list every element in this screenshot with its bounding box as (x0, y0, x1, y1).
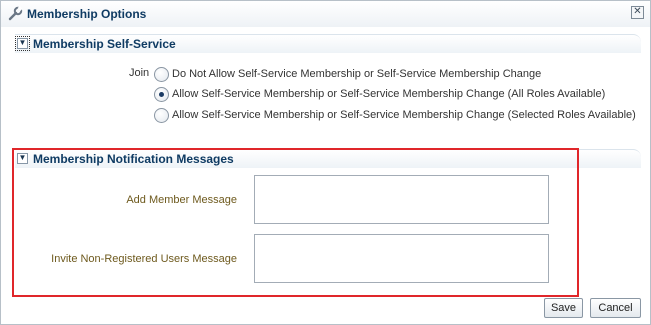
radio-option-label[interactable]: Do Not Allow Self-Service Membership or … (172, 68, 541, 80)
invite-message-input[interactable] (254, 234, 549, 283)
membership-options-dialog: Membership Options ✕ ▼ Membership Self-S… (0, 0, 651, 325)
radio-button[interactable] (154, 67, 169, 82)
save-button[interactable]: Save (544, 298, 583, 318)
add-member-message-input[interactable] (254, 175, 549, 224)
chevron-down-icon[interactable]: ▼ (15, 36, 30, 51)
radio-button[interactable] (154, 87, 169, 102)
invite-message-label: Invite Non-Registered Users Message (51, 253, 237, 265)
wrench-icon (8, 6, 23, 21)
radio-button[interactable] (154, 108, 169, 123)
radio-option-label[interactable]: Allow Self-Service Membership or Self-Se… (172, 109, 636, 121)
radio-option-label[interactable]: Allow Self-Service Membership or Self-Se… (172, 88, 605, 100)
cancel-button[interactable]: Cancel (590, 298, 641, 318)
self-service-section-header[interactable]: ▼ Membership Self-Service (15, 34, 641, 53)
dialog-title: Membership Options (27, 7, 147, 21)
add-member-message-label: Add Member Message (126, 194, 237, 206)
close-icon[interactable]: ✕ (631, 6, 644, 19)
join-label: Join (129, 67, 150, 79)
self-service-section-title: Membership Self-Service (33, 37, 176, 51)
dialog-titlebar: Membership Options ✕ (1, 1, 650, 27)
